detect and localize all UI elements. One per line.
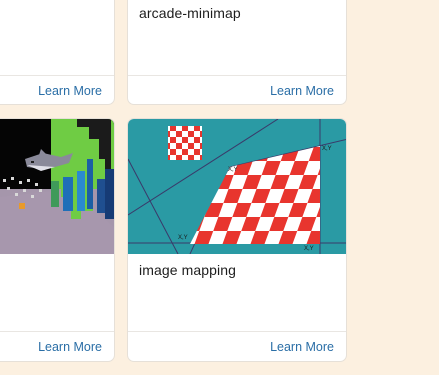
card-image-mapping: X,Y X,Y X,Y X,Y image mapping Learn More (127, 118, 347, 362)
learn-more-link[interactable]: Learn More (270, 340, 334, 354)
corner-label: X,Y (304, 246, 314, 252)
corner-label: X,Y (322, 146, 332, 152)
card-shark-game: Learn More (0, 118, 115, 362)
card-footer: Learn More (0, 75, 114, 104)
card-footer: Learn More (0, 331, 114, 361)
learn-more-link[interactable]: Learn More (38, 84, 102, 98)
card-title: image mapping (139, 262, 237, 278)
card-top-left: Learn More (0, 0, 115, 105)
card-title: arcade-minimap (139, 5, 241, 21)
card-arcade-minimap: arcade-minimap Learn More (127, 0, 347, 105)
card-footer: Learn More (128, 331, 346, 361)
learn-more-link[interactable]: Learn More (38, 340, 102, 354)
shark-game-thumbnail (0, 119, 114, 254)
learn-more-link[interactable]: Learn More (270, 84, 334, 98)
corner-label: X,Y (178, 235, 188, 241)
image-mapping-thumbnail: X,Y X,Y X,Y X,Y (128, 119, 346, 254)
card-footer: Learn More (128, 75, 346, 104)
corner-label: X,Y (228, 167, 238, 173)
